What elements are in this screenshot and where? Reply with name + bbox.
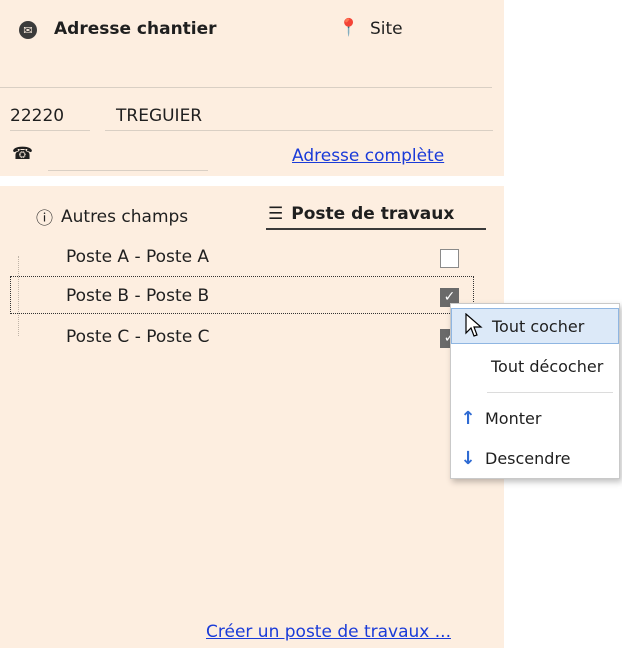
post-checkbox[interactable] (440, 249, 459, 268)
full-address-link[interactable]: Adresse complète (292, 146, 444, 166)
list-item[interactable]: Poste C - Poste C ✓ (0, 326, 504, 366)
address-panel: ✉ Adresse chantier 📍 Site 22220 TREGUIER… (0, 0, 504, 176)
divider (0, 87, 492, 88)
post-label: Poste A - Poste A (66, 247, 210, 267)
menu-item-label: Tout décocher (491, 356, 604, 376)
menu-item-move-up[interactable]: ↑ Monter (451, 400, 619, 436)
address-title: Adresse chantier (54, 19, 217, 39)
phone-field[interactable] (48, 144, 208, 166)
post-label: Poste B - Poste B (66, 286, 210, 306)
arrow-up-icon: ↑ (460, 407, 476, 429)
info-icon: ⓘ (36, 209, 53, 229)
posts-panel: ⓘ Autres champs ☰ Poste de travaux Poste… (0, 186, 504, 648)
city-field[interactable]: TREGUIER (116, 106, 202, 126)
create-post-link[interactable]: Créer un poste de travaux ... (206, 622, 451, 642)
arrow-down-icon: ↓ (460, 447, 476, 469)
tab-other-fields-label: Autres champs (61, 206, 189, 227)
tab-other-fields[interactable]: ⓘ Autres champs (36, 204, 189, 230)
location-pin-icon: 📍 (338, 18, 360, 38)
phone-underline (48, 170, 208, 171)
postal-code-underline (10, 130, 90, 131)
menu-item-uncheck-all[interactable]: Tout décocher (451, 348, 619, 384)
menu-item-label: Descendre (485, 448, 571, 468)
active-tab-underline (266, 228, 486, 230)
mouse-pointer-icon (465, 313, 483, 337)
menu-separator (487, 392, 613, 393)
city-underline (105, 130, 493, 131)
tab-work-posts[interactable]: ☰ Poste de travaux (268, 204, 454, 224)
tab-work-posts-label: Poste de travaux (291, 204, 455, 224)
menu-item-label: Monter (485, 408, 542, 428)
menu-item-label: Tout cocher (492, 316, 585, 336)
phone-icon: ☎ (12, 144, 34, 164)
postal-code-field[interactable]: 22220 (10, 106, 64, 126)
menu-item-move-down[interactable]: ↓ Descendre (451, 440, 619, 476)
mail-icon: ✉ (19, 21, 37, 39)
site-label: Site (370, 19, 403, 39)
list-icon: ☰ (268, 204, 284, 224)
list-item[interactable]: Poste B - Poste B ✓ (0, 286, 504, 326)
post-label: Poste C - Poste C (66, 327, 210, 347)
